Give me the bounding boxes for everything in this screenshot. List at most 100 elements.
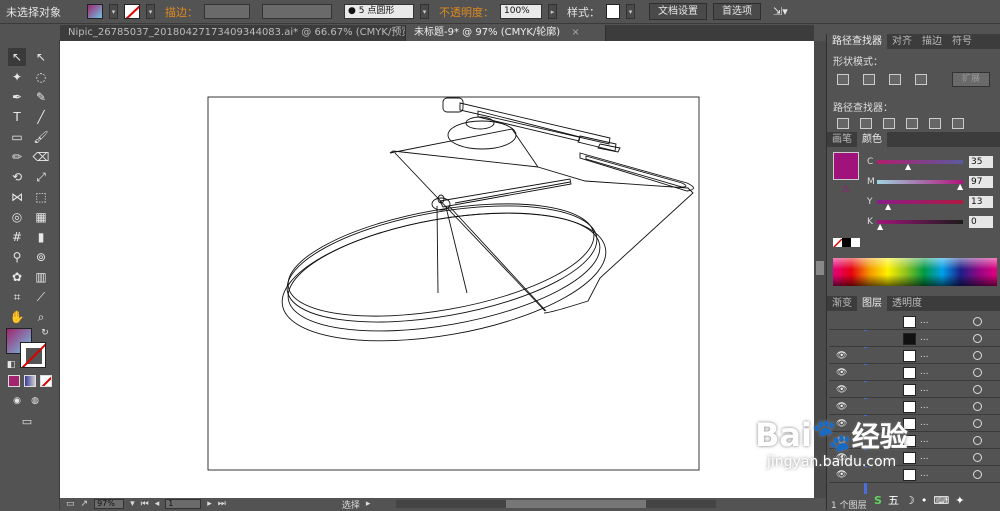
first-page-icon[interactable]: ⏮ [141,499,149,509]
punctuation-icon[interactable]: • [921,494,928,507]
target-icon[interactable] [973,453,982,462]
page-field[interactable]: 1 [165,499,202,509]
preferences-button[interactable]: 首选项 [713,3,761,20]
curvature-tool-icon[interactable]: ✎ [32,88,50,106]
shape-builder-tool-icon[interactable]: ◎ [8,208,26,226]
mesh-tool-icon[interactable]: # [8,228,26,246]
tab-layers[interactable]: 图层 [857,296,887,311]
symbol-sprayer-tool-icon[interactable]: ✿ [8,268,26,286]
tab-color[interactable]: 颜色 [857,132,887,147]
unite-icon[interactable] [837,74,849,85]
target-icon[interactable] [973,470,982,479]
fill-dropdown[interactable]: ▾ [109,4,118,19]
target-icon[interactable] [973,419,982,428]
horizontal-scrollbar[interactable] [396,500,717,508]
selection-tool-icon[interactable]: ↖ [8,48,26,66]
layer-row[interactable]: 👁... [829,348,1000,364]
scrollbar-thumb[interactable] [816,261,824,275]
tab-pathfinder[interactable]: 路径查找器 [827,34,887,49]
zoom-dropdown-icon[interactable]: ▾ [130,499,135,509]
eye-icon[interactable]: 👁 [836,470,847,480]
moon-icon[interactable]: ☽ [905,494,915,507]
target-icon[interactable] [973,368,982,377]
perspective-grid-tool-icon[interactable]: ▦ [32,208,50,226]
channel-slider[interactable]: ▲ [877,180,963,191]
target-icon[interactable] [973,351,982,360]
minus-back-icon[interactable] [952,118,964,129]
swap-colors-icon[interactable]: ↻ [36,324,54,342]
stroke-label[interactable]: 描边： [165,4,198,20]
scrollbar-thumb[interactable] [506,500,647,508]
width-tool-icon[interactable]: ⋈ [8,188,26,206]
slider-handle-icon[interactable]: ▲ [877,222,883,231]
tab-stroke[interactable]: 描边 [917,34,947,49]
crop-icon[interactable] [906,118,918,129]
column-graph-tool-icon[interactable]: ▥ [32,268,50,286]
stroke-weight-field[interactable] [204,4,250,19]
layer-row[interactable]: 👁... [829,399,1000,415]
layer-row[interactable]: 👁... [829,365,1000,381]
color-spectrum[interactable] [833,258,997,286]
ime-logo-icon[interactable]: S [874,494,882,507]
none-swatch-icon[interactable] [833,238,842,247]
pen-tool-icon[interactable]: ✒ [8,88,26,106]
style-dropdown[interactable]: ▾ [626,4,635,19]
direct-selection-tool-icon[interactable]: ↖ [32,48,50,66]
zoom-field[interactable]: 97% [94,499,125,509]
trim-icon[interactable] [860,118,872,129]
eraser-tool-icon[interactable]: ⌫ [32,148,50,166]
channel-value[interactable]: 35 [969,156,993,168]
slice-tool-icon[interactable]: ⟋ [32,288,50,306]
last-page-icon[interactable]: ⏭ [218,499,226,509]
layer-row[interactable]: 👁... [829,382,1000,398]
none-mode-button[interactable] [40,375,52,387]
screen-mode-icon[interactable]: ▭ [18,412,36,430]
tab-symbols[interactable]: 符号 [947,34,977,49]
eye-icon[interactable]: 👁 [836,351,847,361]
tab-gradient[interactable]: 渐变 [827,296,857,311]
canvas[interactable] [60,41,814,498]
out-of-gamut-icon[interactable]: ⚠ [841,184,850,195]
opacity-dropdown[interactable]: ▸ [548,4,557,19]
layer-row[interactable]: ... [829,331,1000,347]
draw-behind-icon[interactable]: ◍ [26,392,44,410]
eye-icon[interactable]: 👁 [836,368,847,378]
arrange-icon[interactable]: ⇲▾ [773,5,788,18]
rotate-tool-icon[interactable]: ⟲ [8,168,26,186]
eye-icon[interactable]: 👁 [836,402,847,412]
stroke-none-icon[interactable] [124,4,140,19]
target-icon[interactable] [973,385,982,394]
black-swatch[interactable] [842,238,851,247]
default-colors-icon[interactable]: ◧ [2,356,20,374]
brush-select[interactable]: ● 5 点圆形 [344,4,414,19]
outline-icon[interactable] [929,118,941,129]
share-icon[interactable]: ↗ [81,499,89,509]
target-icon[interactable] [973,317,982,326]
channel-slider[interactable]: ▲ [877,200,963,211]
target-icon[interactable] [973,402,982,411]
slider-handle-icon[interactable]: ▲ [905,162,911,171]
slider-handle-icon[interactable]: ▲ [885,202,891,211]
white-swatch[interactable] [851,238,860,247]
lasso-tool-icon[interactable]: ◌ [32,68,50,86]
artboard-tool-icon[interactable]: ⌗ [8,288,26,306]
slider-handle-icon[interactable]: ▲ [957,182,963,191]
ime-toolbar[interactable]: S 五 ☽ • ⌨ ✦ [874,492,964,508]
channel-slider[interactable]: ▲ [877,160,963,171]
status-arrow-icon[interactable]: ▸ [366,499,371,509]
pencil-tool-icon[interactable]: ✏ [8,148,26,166]
hand-tool-icon[interactable]: ✋ [8,308,26,326]
blend-tool-icon[interactable]: ⊚ [32,248,50,266]
doc-settings-button[interactable]: 文档设置 [649,3,707,20]
channel-value[interactable]: 13 [969,196,993,208]
minus-front-icon[interactable] [863,74,875,85]
merge-icon[interactable] [883,118,895,129]
stroke-dropdown[interactable]: ▾ [146,4,155,19]
stroke-color-box[interactable] [20,342,46,368]
type-tool-icon[interactable]: T [8,108,26,126]
rectangle-tool-icon[interactable]: ▭ [8,128,26,146]
target-icon[interactable] [973,436,982,445]
doc-tab-nipic[interactable]: Nipic_26785037_20180427173409344083.ai* … [60,25,406,41]
eyedropper-tool-icon[interactable]: ⚲ [8,248,26,266]
paintbrush-tool-icon[interactable]: 🖌 [32,128,50,146]
